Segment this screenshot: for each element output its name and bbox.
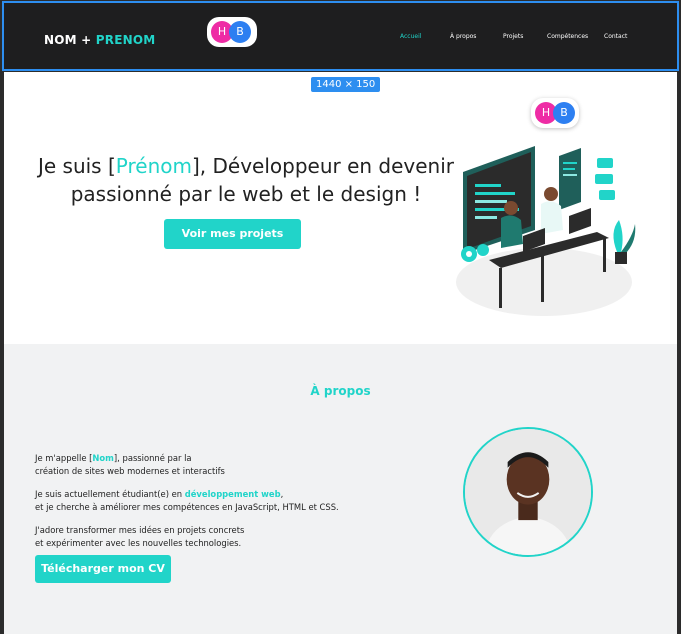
nav-contact[interactable]: Contact [604, 33, 627, 40]
about-paragraph-3: J'adore transformer mes idées en projets… [35, 524, 244, 550]
dimension-badge: 1440 × 150 [311, 77, 381, 92]
about-p1-highlight: Nom [92, 453, 114, 463]
about-title: À propos [310, 384, 371, 398]
about-p2-a: Je suis actuellement étudiant(e) en [35, 489, 185, 499]
logo-b-circle: B [229, 21, 251, 43]
brand-name[interactable]: NOM + PRENOM [44, 33, 155, 47]
nav-a-propos[interactable]: À propos [450, 33, 476, 40]
about-p1-c: création de sites web modernes et intera… [35, 466, 225, 476]
download-cv-button[interactable]: Télécharger mon CV [35, 555, 171, 583]
site-header: NOM + PRENOM H B Accueil À propos Projet… [2, 1, 679, 71]
developers-illustration [456, 146, 636, 316]
about-p1-a: Je m'appelle [ [35, 453, 93, 463]
about-paragraph-2: Je suis actuellement étudiant(e) en déve… [35, 488, 339, 514]
about-p3-b: et expérimenter avec les nouvelles techn… [35, 538, 242, 548]
profile-photo [463, 427, 593, 557]
hero-title: Je suis [Prénom], Développeur en devenir… [26, 152, 466, 208]
about-p1-b: ], passionné par la [113, 453, 192, 463]
nav-accueil[interactable]: Accueil [400, 33, 421, 40]
hb-logo[interactable]: H B [207, 17, 257, 47]
brand-name-part2: PRENOM [95, 33, 156, 47]
about-p3-a: J'adore transformer mes idées en projets… [35, 525, 245, 535]
about-p2-b: , [280, 489, 284, 499]
nav-projets[interactable]: Projets [503, 33, 523, 40]
about-paragraph-1: Je m'appelle [Nom], passionné par la cré… [35, 452, 225, 478]
about-p2-highlight: développement web [184, 489, 281, 499]
view-projects-button[interactable]: Voir mes projets [164, 219, 301, 249]
profile-photo-illustration [465, 429, 591, 555]
hero-title-part1: Je suis [ [37, 154, 116, 178]
hero-hb-logo: H B [531, 98, 579, 128]
about-section: À propos Je m'appelle [Nom], passionné p… [4, 344, 677, 634]
hero-title-name: Prénom [115, 154, 192, 178]
nav-competences[interactable]: Compétences [547, 33, 588, 40]
hero-section: Je suis [Prénom], Développeur en devenir… [4, 72, 677, 344]
about-p2-c: et je cherche à améliorer mes compétence… [35, 502, 339, 512]
brand-name-part1: NOM + [44, 33, 96, 47]
hero-logo-b-circle: B [553, 102, 575, 124]
